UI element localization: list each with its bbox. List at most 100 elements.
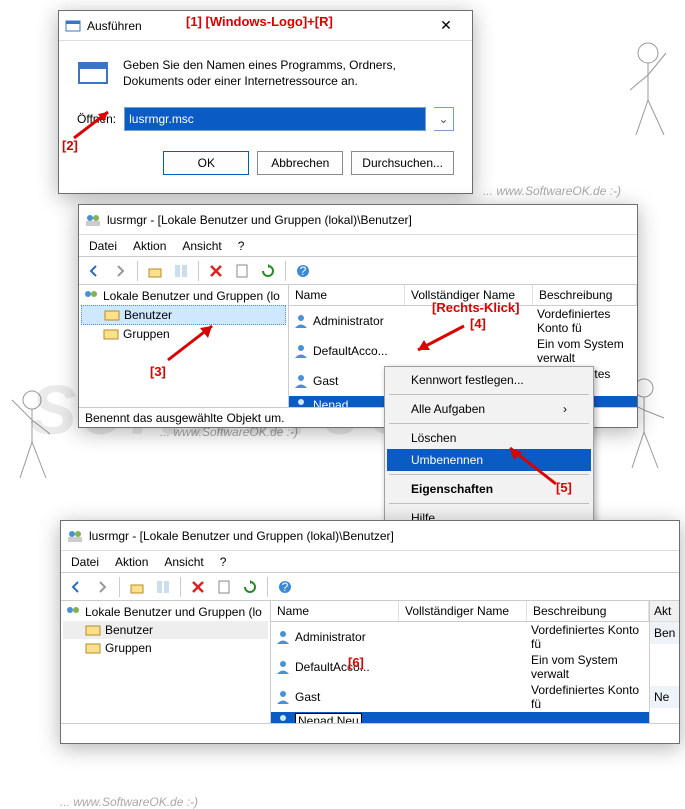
menu-help[interactable]: ? xyxy=(232,237,251,255)
user-icon xyxy=(275,629,291,645)
tree-groups-label: Gruppen xyxy=(123,327,170,341)
col-desc[interactable]: Beschreibung xyxy=(527,601,649,621)
ok-button[interactable]: OK xyxy=(163,151,249,175)
ctx-delete[interactable]: Löschen xyxy=(387,427,591,449)
window-title: lusrmgr - [Lokale Benutzer und Gruppen (… xyxy=(89,529,673,543)
run-description: Geben Sie den Namen eines Programms, Ord… xyxy=(123,57,454,89)
show-hide-button[interactable] xyxy=(170,260,192,282)
run-icon xyxy=(65,18,81,34)
lusrmgr-window-2: lusrmgr - [Lokale Benutzer und Gruppen (… xyxy=(60,520,680,744)
user-row-gast[interactable]: Gast Vordefiniertes Konto fü xyxy=(271,682,649,712)
browse-button[interactable]: Durchsuchen... xyxy=(351,151,454,175)
cell-desc: Ein vom System verwalt xyxy=(533,336,637,366)
help-button[interactable]: ? xyxy=(274,576,296,598)
toolbar: ? xyxy=(79,257,637,285)
user-row-default[interactable]: DefaultAcco... Ein vom System verwalt xyxy=(289,336,637,366)
menu-action[interactable]: Aktion xyxy=(109,553,154,571)
action-pane-item[interactable]: Ben xyxy=(650,622,679,644)
refresh-button[interactable] xyxy=(239,576,261,598)
stick-figure xyxy=(608,35,678,145)
cell-desc: Vordefiniertes Konto fü xyxy=(527,622,649,652)
col-fullname[interactable]: Vollständiger Name xyxy=(405,285,533,305)
users-groups-icon xyxy=(65,604,81,620)
forward-button[interactable] xyxy=(109,260,131,282)
menu-view[interactable]: Ansicht xyxy=(176,237,227,255)
lusrmgr-icon xyxy=(85,212,101,228)
col-fullname[interactable]: Vollständiger Name xyxy=(399,601,527,621)
menu-file[interactable]: Datei xyxy=(83,237,123,255)
statusbar xyxy=(61,723,679,743)
user-icon xyxy=(293,343,309,359)
combo-dropdown[interactable]: ⌄ xyxy=(434,107,454,131)
delete-button[interactable] xyxy=(187,576,209,598)
cell-name: DefaultAcco... xyxy=(295,660,370,674)
list-header: Name Vollständiger Name Beschreibung xyxy=(289,285,637,306)
col-name[interactable]: Name xyxy=(289,285,405,305)
up-button[interactable] xyxy=(126,576,148,598)
tree-users[interactable]: Benutzer xyxy=(81,305,286,325)
action-pane-item[interactable]: Ne xyxy=(650,686,679,708)
ctx-set-password[interactable]: Kennwort festlegen... xyxy=(387,369,591,391)
open-label: Öffnen: xyxy=(77,112,116,126)
user-row-admin[interactable]: Administrator Vordefiniertes Konto fü xyxy=(271,622,649,652)
tree-users-label: Benutzer xyxy=(124,308,172,322)
open-input[interactable] xyxy=(124,107,426,131)
tree-groups[interactable]: Gruppen xyxy=(81,325,286,343)
ctx-all-tasks-label: Alle Aufgaben xyxy=(411,402,485,416)
cell-desc: Vordefiniertes Konto fü xyxy=(533,306,637,336)
user-row-nenad-new[interactable]: Nenad Neu xyxy=(271,712,649,723)
ctx-all-tasks[interactable]: Alle Aufgaben › xyxy=(387,398,591,420)
ctx-rename[interactable]: Umbenennen xyxy=(387,449,591,471)
svg-text:?: ? xyxy=(300,264,307,278)
user-icon xyxy=(275,689,291,705)
rename-input[interactable]: Nenad Neu xyxy=(295,713,362,723)
tree-root[interactable]: Lokale Benutzer und Gruppen (lo xyxy=(81,287,286,305)
menubar: Datei Aktion Ansicht ? xyxy=(61,551,679,573)
action-pane: Akt Ben Ne xyxy=(649,601,679,723)
close-button[interactable]: ✕ xyxy=(426,12,466,40)
folder-icon xyxy=(85,640,101,656)
user-icon xyxy=(293,313,309,329)
forward-button[interactable] xyxy=(91,576,113,598)
run-big-icon xyxy=(77,57,109,89)
stick-figure xyxy=(4,380,64,490)
properties-button[interactable] xyxy=(213,576,235,598)
back-button[interactable] xyxy=(65,576,87,598)
menu-help[interactable]: ? xyxy=(214,553,233,571)
titlebar[interactable]: Ausführen ✕ xyxy=(59,11,472,41)
tree-root[interactable]: Lokale Benutzer und Gruppen (lo xyxy=(63,603,268,621)
user-row-default[interactable]: DefaultAcco... Ein vom System verwalt xyxy=(271,652,649,682)
list-rows: Administrator Vordefiniertes Konto fü De… xyxy=(271,622,649,723)
context-menu: Kennwort festlegen... Alle Aufgaben › Lös… xyxy=(384,366,594,532)
col-desc[interactable]: Beschreibung xyxy=(533,285,637,305)
menu-file[interactable]: Datei xyxy=(65,553,105,571)
user-icon xyxy=(275,659,291,675)
user-row-admin[interactable]: Administrator Vordefiniertes Konto fü xyxy=(289,306,637,336)
ctx-properties[interactable]: Eigenschaften xyxy=(387,478,591,500)
back-button[interactable] xyxy=(83,260,105,282)
menu-action[interactable]: Aktion xyxy=(127,237,172,255)
chevron-right-icon: › xyxy=(563,402,567,416)
delete-button[interactable] xyxy=(205,260,227,282)
window-title: Ausführen xyxy=(87,19,426,33)
svg-text:?: ? xyxy=(282,580,289,594)
cancel-button[interactable]: Abbrechen xyxy=(257,151,343,175)
properties-button[interactable] xyxy=(231,260,253,282)
folder-icon xyxy=(103,326,119,342)
tree-users[interactable]: Benutzer xyxy=(63,621,268,639)
help-button[interactable]: ? xyxy=(292,260,314,282)
tree-groups[interactable]: Gruppen xyxy=(63,639,268,657)
col-name[interactable]: Name xyxy=(271,601,399,621)
refresh-button[interactable] xyxy=(257,260,279,282)
cell-desc: Ein vom System verwalt xyxy=(527,652,649,682)
show-hide-button[interactable] xyxy=(152,576,174,598)
toolbar: ? xyxy=(61,573,679,601)
up-button[interactable] xyxy=(144,260,166,282)
user-icon xyxy=(293,397,309,407)
titlebar[interactable]: lusrmgr - [Lokale Benutzer und Gruppen (… xyxy=(79,205,637,235)
cell-name: Administrator xyxy=(295,630,366,644)
list-header: Name Vollständiger Name Beschreibung xyxy=(271,601,649,622)
titlebar[interactable]: lusrmgr - [Lokale Benutzer und Gruppen (… xyxy=(61,521,679,551)
watermark-url: ... www.SoftwareOK.de :-) xyxy=(60,795,198,809)
menu-view[interactable]: Ansicht xyxy=(158,553,209,571)
